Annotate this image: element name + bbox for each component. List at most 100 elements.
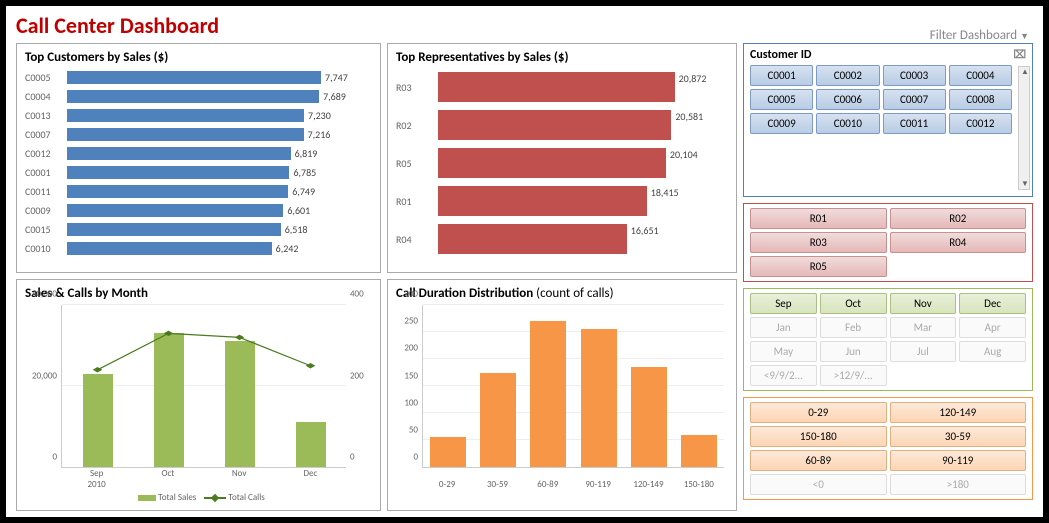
filter-dashboard-link[interactable]: Filter Dashboard ▼ (930, 28, 1029, 43)
slicer-chip[interactable]: <9/9/2... (750, 365, 817, 386)
slicer-chip[interactable]: C0005 (750, 89, 813, 110)
slicer-month: SepOctNovDec JanFebMarApr MayJunJulAug <9/9… (743, 288, 1033, 391)
panel-top-reps: Top Representatives by Sales ($) R0320,8… (387, 43, 737, 273)
bar-value: 7,689 (319, 90, 346, 103)
bar-category: C0013 (25, 109, 67, 122)
bar-row: C00156,518 (25, 221, 372, 238)
bar (83, 374, 113, 467)
slicer-chip[interactable]: Jun (820, 341, 887, 362)
y-tick: 150 (404, 370, 418, 381)
clear-filter-icon[interactable]: ⌧ (1013, 48, 1026, 62)
x-tick: 0-29 (427, 479, 467, 490)
bar (581, 329, 617, 467)
panel-top-customers: Top Customers by Sales ($) C00057,747 C00… (16, 43, 381, 273)
slicer-rep: R01R02R03R04R05 (743, 203, 1033, 282)
y-tick: 0 (350, 452, 355, 463)
bar-row: C00057,747 (25, 69, 372, 86)
x-tick: 120-149 (628, 479, 668, 490)
slicer-chip[interactable]: 30-59 (890, 426, 1027, 447)
chart-top-reps: R0320,872R0220,581R0520,104R0118,415R041… (396, 69, 728, 257)
chart-sales-calls: 020,00040,000 0200400 Sep2010OctNovDec (25, 305, 372, 490)
y-tick: 300 (404, 289, 418, 300)
slicer-chip[interactable]: R03 (750, 232, 887, 253)
bar (296, 422, 326, 467)
slicer-chip[interactable]: C0009 (750, 113, 813, 134)
slicer-chip[interactable]: C0003 (883, 65, 946, 86)
slicer-chip[interactable]: 0-29 (750, 402, 887, 423)
legend-sales: Total Sales (158, 492, 196, 503)
bar-value: 6,601 (283, 204, 310, 217)
slicer-chip[interactable]: R05 (750, 256, 887, 277)
bar (67, 185, 288, 198)
slicer-chip[interactable]: Apr (959, 317, 1026, 338)
slicer-chip[interactable]: Mar (890, 317, 957, 338)
bar-category: C0010 (25, 242, 67, 255)
slicer-chip[interactable]: Dec (959, 293, 1026, 314)
slicer-chip[interactable]: C0001 (750, 65, 813, 86)
bar-row: C00077,216 (25, 126, 372, 143)
page-title: Call Center Dashboard (16, 12, 1033, 39)
bar-value: 20,581 (671, 110, 703, 123)
slicer-chip[interactable]: May (750, 341, 817, 362)
slicer-chip[interactable]: C0008 (949, 89, 1012, 110)
bar-row: C00116,749 (25, 183, 372, 200)
slicer-chip[interactable]: <0 (750, 474, 887, 495)
slicer-chip[interactable]: C0012 (949, 113, 1012, 134)
bar (480, 373, 516, 468)
bar-category: C0012 (25, 147, 67, 160)
y-tick: 250 (404, 316, 418, 327)
panel-sales-calls: Sales & Calls by Month 020,00040,000 020… (16, 279, 381, 511)
slicer-chip[interactable]: Nov (890, 293, 957, 314)
bar-row: C00137,230 (25, 107, 372, 124)
slicer-chip[interactable]: R01 (750, 208, 887, 229)
bar-category: R01 (396, 195, 438, 208)
bar-category: C0009 (25, 204, 67, 217)
slicer-chip[interactable]: C0002 (816, 65, 879, 86)
bar-value: 6,242 (272, 242, 299, 255)
bar (225, 341, 255, 467)
slicer-chip[interactable]: C0004 (949, 65, 1012, 86)
bar-row: R0118,415 (396, 183, 728, 219)
panel-title: Top Customers by Sales ($) (25, 50, 372, 65)
bar-value: 7,747 (321, 71, 348, 84)
slicer-chip[interactable]: R04 (890, 232, 1027, 253)
slicer-chip[interactable]: C0011 (883, 113, 946, 134)
panel-title: Call Duration Distribution (count of cal… (396, 286, 728, 301)
y-tick: 40,000 (32, 289, 57, 300)
slicer-chip[interactable]: C0007 (883, 89, 946, 110)
bar-value: 7,216 (304, 128, 331, 141)
slicer-chip[interactable]: Jul (890, 341, 957, 362)
bar (67, 204, 283, 217)
bar (67, 147, 291, 160)
bar (67, 128, 304, 141)
bar-category: R05 (396, 157, 438, 170)
bar (631, 367, 667, 467)
slicer-chip[interactable]: Aug (959, 341, 1026, 362)
slicer-chip[interactable]: 120-149 (890, 402, 1027, 423)
slicer-chip[interactable]: Oct (820, 293, 887, 314)
x-tick: Oct (148, 468, 188, 490)
bar (154, 333, 184, 467)
slicer-chip[interactable]: Feb (820, 317, 887, 338)
bar-row: C0009 6,601 (25, 202, 372, 219)
slicer-chip[interactable]: >180 (890, 474, 1027, 495)
slicer-chip[interactable]: 150-180 (750, 426, 887, 447)
x-tick: Dec (290, 468, 330, 490)
slicer-chip[interactable]: 60-89 (750, 450, 887, 471)
slicer-chip[interactable]: >12/9/... (820, 365, 887, 386)
scrollbar[interactable] (1018, 66, 1030, 190)
slicer-chip[interactable]: Jan (750, 317, 817, 338)
y-tick: 200 (404, 343, 418, 354)
slicer-chip[interactable]: Sep (750, 293, 817, 314)
x-tick: 150-180 (679, 479, 719, 490)
bar (67, 166, 289, 179)
bar-row: C00016,785 (25, 164, 372, 181)
slicer-chip[interactable]: C0010 (816, 113, 879, 134)
bar (67, 223, 281, 236)
bar (67, 71, 321, 84)
chart-call-duration: 050100150200250300 0-2930-5960-8990-1191… (396, 305, 728, 490)
slicer-chip[interactable]: C0006 (816, 89, 879, 110)
slicer-chip[interactable]: 90-119 (890, 450, 1027, 471)
chevron-down-icon: ▼ (1020, 31, 1029, 42)
slicer-chip[interactable]: R02 (890, 208, 1027, 229)
